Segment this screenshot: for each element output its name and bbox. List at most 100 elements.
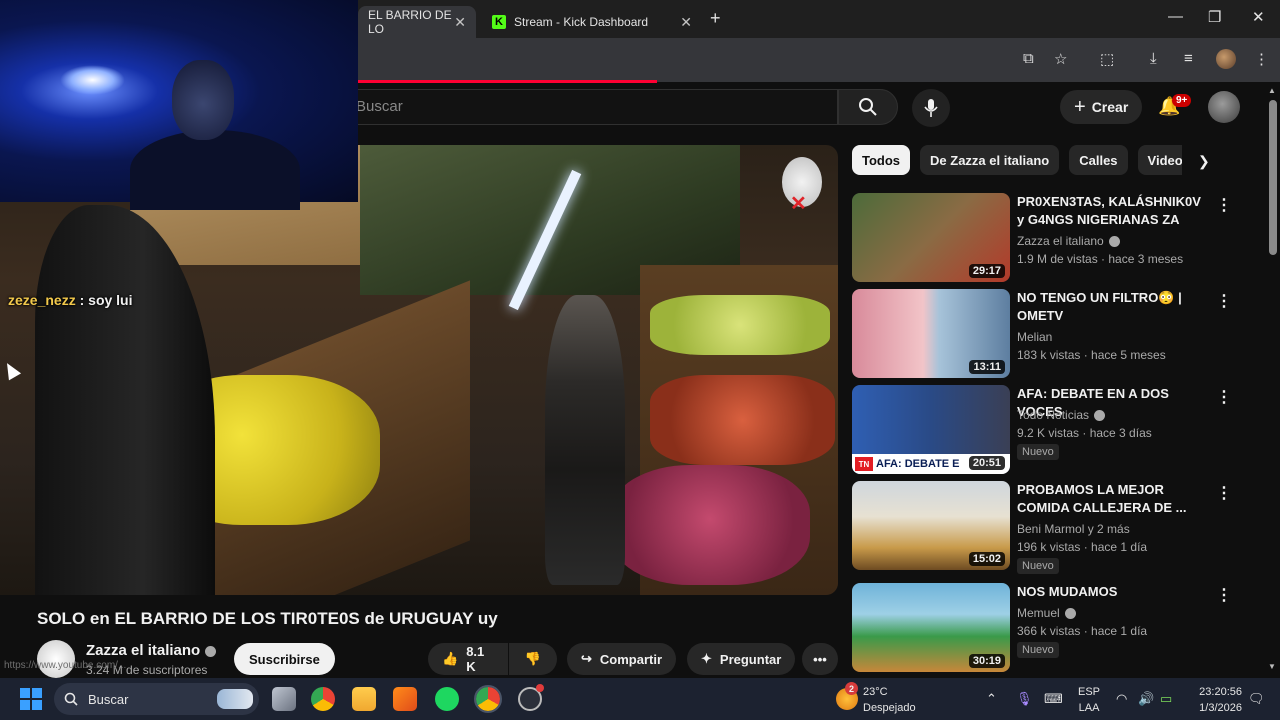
channel-label: Zazza el italiano — [1017, 234, 1104, 248]
chrome-icon[interactable] — [311, 687, 335, 711]
voice-search-button[interactable] — [912, 89, 950, 127]
duration-badge: 15:02 — [968, 552, 1005, 566]
volume-icon[interactable]: 🔊 — [1138, 691, 1154, 707]
wifi-icon[interactable]: ◠ — [1116, 691, 1127, 707]
taskbar-search[interactable]: Buscar — [54, 683, 259, 715]
recommendation-channel[interactable]: Melian — [1017, 330, 1052, 344]
more-vert-icon[interactable]: ⋮ — [1216, 585, 1232, 605]
minimize-icon[interactable]: — — [1168, 8, 1183, 25]
bookmark-star-icon[interactable]: ☆ — [1054, 50, 1067, 68]
task-view-icon[interactable] — [272, 687, 296, 711]
tab-close-icon[interactable]: ✕ — [454, 14, 466, 31]
recommendation-item[interactable]: 13:11 NO TENGO UN FILTRO😳 | OMETV Melian… — [852, 289, 1252, 379]
microphone-icon[interactable]: 🎙 — [1016, 691, 1033, 707]
channel-avatar[interactable] — [37, 640, 75, 678]
tab-kick-dashboard[interactable]: K Stream - Kick Dashboard ✕ — [482, 6, 702, 38]
recommendation-item[interactable]: 29:17 PR0XEN3TAS, KALÁSHNIK0V y G4NGS NI… — [852, 193, 1252, 283]
chrome-active-icon[interactable] — [474, 685, 502, 713]
close-window-icon[interactable]: ✕ — [1252, 8, 1265, 26]
recommendation-meta: 9.2 K vistas · hace 3 días — [1017, 426, 1152, 440]
subscribe-button[interactable]: Suscribirse — [234, 643, 335, 675]
lang-bottom: LAA — [1078, 702, 1100, 714]
weather-badge: 2 — [845, 682, 858, 695]
recommendation-item[interactable]: 15:02 PROBAMOS LA MEJOR COMIDA CALLEJERA… — [852, 481, 1252, 574]
webcam-overlay — [0, 0, 358, 210]
recommendation-channel[interactable]: Memuel — [1017, 606, 1076, 620]
share-button[interactable]: ↪ Compartir — [567, 643, 677, 675]
channel-label: Memuel — [1017, 606, 1060, 620]
account-avatar[interactable] — [1208, 91, 1240, 123]
scene-potatoes — [610, 465, 810, 585]
create-button[interactable]: + Crear — [1060, 90, 1143, 124]
new-tab-button[interactable]: + — [710, 8, 721, 29]
tab-youtube[interactable]: EL BARRIO DE LO ✕ — [358, 6, 476, 38]
language-indicator[interactable]: ESP LAA — [1078, 684, 1100, 716]
video-thumbnail[interactable]: 30:19 — [852, 583, 1010, 672]
scene-person — [545, 295, 625, 585]
kick-icon: K — [492, 15, 506, 29]
clock[interactable]: 23:20:56 1/3/2026 — [1194, 684, 1242, 716]
recommendation-title[interactable]: PR0XEN3TAS, KALÁSHNIK0V y G4NGS NIGERIAN… — [1017, 193, 1207, 229]
thumbnail-caption: AFA: DEBATE E — [876, 458, 960, 470]
notification-center-icon[interactable]: 🗨 — [1248, 691, 1265, 707]
chip-from-channel[interactable]: De Zazza el italiano — [920, 145, 1060, 175]
chip-streets[interactable]: Calles — [1069, 145, 1128, 175]
scroll-up-icon[interactable]: ▲ — [1268, 86, 1276, 95]
recommendation-meta: 196 k vistas · hace 1 día — [1017, 540, 1148, 554]
new-badge: Nuevo — [1017, 642, 1059, 658]
recommendation-title[interactable]: NO TENGO UN FILTRO😳 | OMETV — [1017, 289, 1207, 325]
more-vert-icon[interactable]: ⋮ — [1216, 483, 1232, 503]
new-badge: Nuevo — [1017, 558, 1059, 574]
spotify-icon[interactable] — [435, 687, 459, 711]
search-button[interactable] — [838, 89, 898, 125]
recommendation-channel[interactable]: Zazza el italiano — [1017, 234, 1120, 248]
scrollbar-thumb[interactable] — [1269, 100, 1277, 255]
more-vert-icon[interactable]: ⋮ — [1216, 387, 1232, 407]
ask-button[interactable]: ✦ Preguntar — [687, 643, 796, 675]
channel-name[interactable]: Zazza el italiano — [86, 642, 217, 659]
chip-all[interactable]: Todos — [852, 145, 911, 175]
tab-close-icon[interactable]: ✕ — [680, 14, 692, 31]
share-icon: ↪ — [581, 651, 592, 666]
profile-avatar[interactable] — [1216, 49, 1236, 69]
more-actions-button[interactable]: ••• — [802, 643, 838, 675]
microphone-icon — [924, 99, 938, 117]
chevron-up-icon[interactable]: ⌃ — [986, 691, 997, 707]
more-vert-icon[interactable]: ⋮ — [1216, 291, 1232, 311]
extensions-icon[interactable]: ⬚ — [1100, 50, 1114, 68]
maximize-icon[interactable]: ❐ — [1208, 8, 1221, 26]
install-app-icon[interactable]: ⧉ — [1023, 50, 1034, 67]
recommendation-item[interactable]: 30:19 NOS MUDAMOS Memuel 366 k vistas · … — [852, 583, 1252, 673]
scroll-down-icon[interactable]: ▼ — [1268, 662, 1276, 671]
battery-icon[interactable]: ▭ — [1160, 691, 1172, 707]
video-thumbnail[interactable]: TN AFA: DEBATE E 20:51 — [852, 385, 1010, 474]
recommendation-item[interactable]: TN AFA: DEBATE E 20:51 AFA: DEBATE EN A … — [852, 385, 1252, 475]
recommendation-title[interactable]: PROBAMOS LA MEJOR COMIDA CALLEJERA DE ..… — [1017, 481, 1207, 517]
video-thumbnail[interactable]: 29:17 — [852, 193, 1010, 282]
download-icon[interactable]: ⤓ — [1150, 50, 1157, 67]
chip-row: Todos De Zazza el italiano Calles Videos — [852, 145, 1182, 175]
recommendation-channel[interactable]: Beni Marmol y 2 más — [1017, 522, 1130, 536]
duration-badge: 20:51 — [968, 456, 1005, 470]
fl-studio-icon[interactable] — [393, 687, 417, 711]
chip-videos[interactable]: Videos — [1137, 145, 1182, 175]
recommendation-channel[interactable]: Todo Noticias — [1017, 408, 1106, 422]
like-button[interactable]: 👍 8.1 K — [428, 643, 508, 675]
recommendation-title[interactable]: NOS MUDAMOS — [1017, 583, 1207, 601]
more-vert-icon[interactable]: ⋮ — [1216, 195, 1232, 215]
dislike-button[interactable]: 👎 — [509, 643, 557, 675]
create-label: Crear — [1091, 99, 1129, 115]
windows-start-icon[interactable] — [20, 688, 42, 710]
weather-temp: 23°C — [863, 686, 888, 698]
chevron-right-icon[interactable]: ❯ — [1198, 153, 1210, 170]
weather-widget[interactable]: 23°C Despejado — [863, 684, 916, 716]
video-player[interactable]: ✕ — [0, 145, 838, 595]
media-control-icon[interactable]: ≡ — [1184, 50, 1193, 67]
video-thumbnail[interactable]: 15:02 — [852, 481, 1010, 570]
video-title: SOLO en EL BARRIO DE LOS TIR0TE0S de URU… — [37, 609, 498, 628]
file-explorer-icon[interactable] — [352, 687, 376, 711]
keyboard-icon[interactable]: ⌨ — [1044, 691, 1063, 707]
chat-text: soy lui — [88, 292, 133, 308]
video-thumbnail[interactable]: 13:11 — [852, 289, 1010, 378]
menu-icon[interactable]: ⋮ — [1254, 50, 1269, 68]
